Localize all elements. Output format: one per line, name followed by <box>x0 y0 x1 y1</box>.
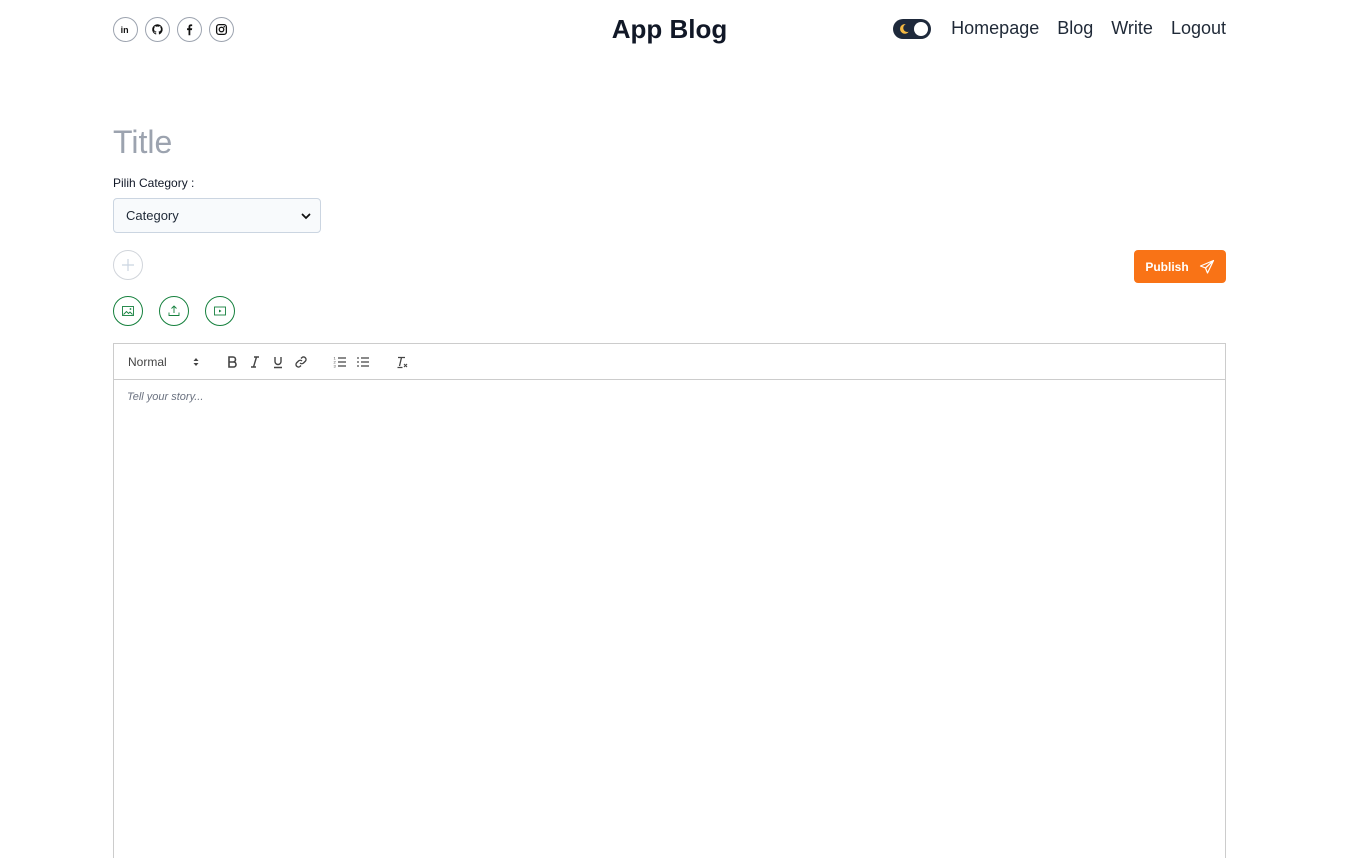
heading-select-value: Normal <box>128 354 167 369</box>
clear-format-button[interactable] <box>390 350 413 374</box>
plus-icon <box>122 259 134 271</box>
clear-format-icon <box>397 356 407 368</box>
video-icon <box>214 306 226 316</box>
link-icon <box>294 355 307 368</box>
dark-mode-toggle[interactable] <box>893 18 932 39</box>
italic-icon <box>250 355 259 368</box>
publish-label: Publish <box>1145 259 1189 274</box>
ordered-list-icon: 123 <box>333 355 346 368</box>
heading-select[interactable]: Normal <box>128 355 200 369</box>
chevron-down-icon <box>301 213 311 220</box>
add-media-button[interactable] <box>113 250 143 280</box>
link-button[interactable] <box>289 350 312 374</box>
bullet-list-button[interactable] <box>351 350 374 374</box>
send-icon <box>1199 259 1214 274</box>
select-arrows-icon <box>193 357 199 366</box>
story-placeholder[interactable]: Tell your story... <box>114 380 1225 414</box>
category-select-value: Category <box>126 208 179 223</box>
italic-button[interactable] <box>243 350 266 374</box>
nav-blog[interactable]: Blog <box>1057 18 1093 39</box>
editor-toolbar: Normal 123 <box>114 344 1225 380</box>
category-select[interactable]: Category <box>113 198 321 233</box>
ordered-list-button[interactable]: 123 <box>328 350 351 374</box>
toggle-knob <box>914 21 929 36</box>
title-input[interactable] <box>113 120 913 164</box>
site-header: in App Blog Homepage Blog Write Logout <box>0 0 1369 60</box>
publish-button[interactable]: Publish <box>1134 250 1226 283</box>
bold-button[interactable] <box>220 350 243 374</box>
add-video-button[interactable] <box>205 296 235 326</box>
underline-button[interactable] <box>266 350 289 374</box>
image-icon <box>122 306 134 316</box>
nav-homepage[interactable]: Homepage <box>951 18 1039 39</box>
upload-button[interactable] <box>159 296 189 326</box>
main-nav: Homepage Blog Write Logout <box>893 18 1226 39</box>
underline-icon <box>273 356 282 368</box>
rich-text-editor: Normal 123 Tell your story... <box>113 343 1226 858</box>
bullet-list-icon <box>356 356 369 367</box>
moon-icon <box>900 23 909 34</box>
media-options <box>113 296 235 326</box>
nav-logout[interactable]: Logout <box>1171 18 1226 39</box>
bold-icon <box>227 355 237 368</box>
category-label: Pilih Category : <box>113 176 195 190</box>
svg-text:3: 3 <box>333 363 336 368</box>
add-image-button[interactable] <box>113 296 143 326</box>
upload-icon <box>168 305 180 316</box>
nav-write[interactable]: Write <box>1111 18 1153 39</box>
